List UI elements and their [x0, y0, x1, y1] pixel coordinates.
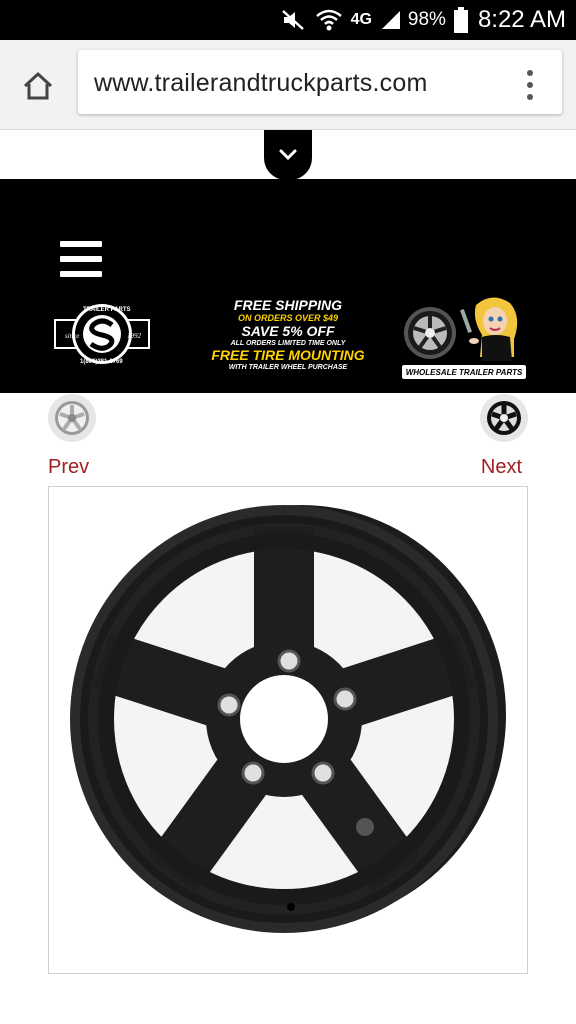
url-text: www.trailerandtruckparts.com [94, 69, 428, 97]
chevron-down-icon [279, 149, 297, 161]
mute-icon [281, 9, 307, 31]
promo-save-detail: ALL ORDERS LIMITED TIME ONLY [230, 340, 346, 347]
promo-tire-detail: WITH TRAILER WHEEL PURCHASE [228, 364, 348, 371]
url-bar[interactable]: www.trailerandtruckparts.com [78, 50, 562, 114]
promo-save: SAVE 5% OFF [241, 323, 335, 339]
overflow-menu-button[interactable] [532, 106, 562, 140]
collapse-header-toggle[interactable] [264, 130, 312, 180]
overflow-menu-icon[interactable] [524, 70, 536, 100]
wholesale-wheel-mascot-image [404, 297, 518, 361]
silver-wheel-thumbnail [55, 401, 89, 435]
promo-banner[interactable]: FREE SHIPPING ON ORDERS OVER $49 SAVE 5%… [196, 298, 380, 371]
wholesale-banner[interactable]: WHOLESALE TRAILER PARTS [402, 295, 530, 379]
promo-free-shipping: FREE SHIPPING [233, 297, 343, 313]
svg-text:1992: 1992 [127, 332, 142, 340]
next-product-thumbnail[interactable] [480, 394, 528, 442]
status-bar: 4G 98% 8:22 AM [0, 0, 576, 40]
home-icon [23, 72, 53, 100]
browser-toolbar: www.trailerandtruckparts.com [0, 40, 576, 130]
product-image-frame[interactable] [48, 486, 528, 974]
prev-product-thumbnail[interactable] [48, 394, 96, 442]
signal-icon [380, 9, 402, 31]
battery-percent: 98% [407, 9, 446, 30]
home-button[interactable] [18, 66, 58, 106]
promo-tire-mounting: FREE TIRE MOUNTING [211, 347, 365, 363]
wifi-icon [315, 8, 343, 32]
next-link[interactable]: Next [481, 456, 522, 479]
network-type: 4G [350, 11, 372, 28]
black-wheel-thumbnail [487, 401, 521, 435]
clock: 8:22 AM [477, 6, 566, 33]
promo-shipping-detail: ON ORDERS OVER $49 [237, 313, 339, 323]
prev-link[interactable]: Prev [48, 456, 89, 479]
black-trailer-wheel-image [70, 505, 506, 933]
svg-text:1(800)281-2769: 1(800)281-2769 [80, 359, 123, 365]
battery-icon [453, 7, 468, 33]
site-header: since 1992 TRAILER PARTS 1(800)281-2769 … [0, 179, 576, 393]
hamburger-menu-button[interactable] [60, 241, 102, 277]
svg-text:since: since [65, 332, 79, 340]
site-logo[interactable]: since 1992 TRAILER PARTS 1(800)281-2769 [52, 299, 152, 369]
wholesale-label: WHOLESALE TRAILER PARTS [402, 365, 526, 379]
svg-text:TRAILER PARTS: TRAILER PARTS [83, 307, 131, 313]
